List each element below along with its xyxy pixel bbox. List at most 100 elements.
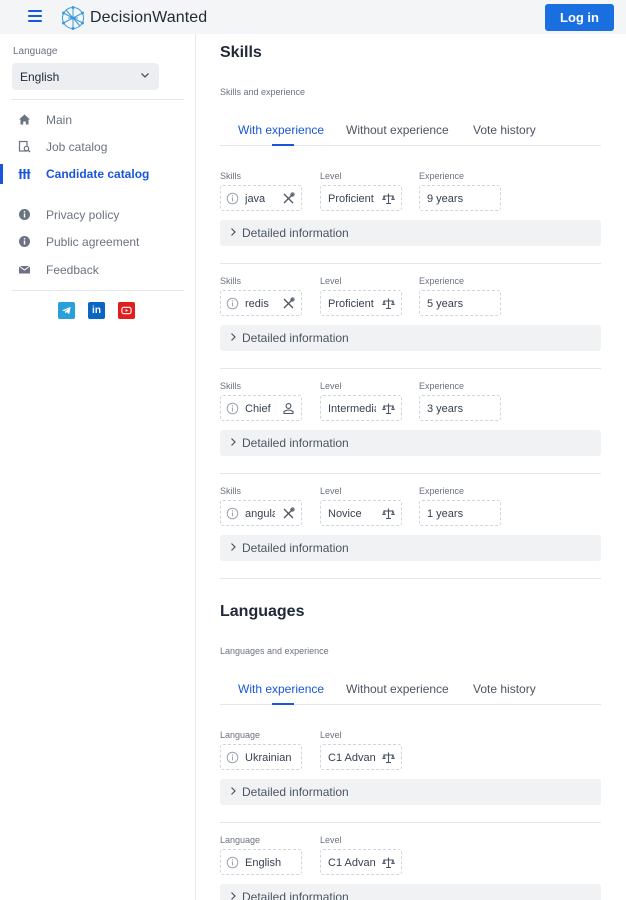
detailed-information-toggle[interactable]: Detailed information: [220, 325, 601, 351]
top-header: DecisionWanted Log in: [0, 0, 626, 34]
level-field[interactable]: Proficient: [320, 290, 402, 316]
skill-field[interactable]: Chief: [220, 395, 302, 421]
level-field[interactable]: Intermediate: [320, 395, 402, 421]
youtube-icon[interactable]: [118, 302, 135, 319]
info-circle-icon[interactable]: [226, 751, 239, 764]
sidebar-item-main[interactable]: Main: [0, 110, 195, 130]
level-value: Intermediate: [328, 403, 376, 415]
experience-value: 9 years: [427, 193, 464, 205]
level-field[interactable]: Novice: [320, 500, 402, 526]
level-field-label: Level: [320, 381, 342, 391]
telegram-icon[interactable]: [58, 302, 75, 319]
sidebar: Language English Main Job catalog Candid…: [0, 34, 196, 900]
language-label: Language: [13, 46, 58, 57]
sidebar-item-job-catalog[interactable]: Job catalog: [0, 137, 195, 157]
skill-field-label: Skills: [220, 171, 242, 181]
detailed-information-toggle[interactable]: Detailed information: [220, 779, 601, 805]
experience-value: 3 years: [427, 403, 464, 415]
sidebar-item-label: Candidate catalog: [46, 167, 150, 181]
tab-without-experience[interactable]: Without experience: [346, 123, 449, 137]
experience-field-label: Experience: [419, 381, 465, 391]
detailed-information-toggle[interactable]: Detailed information: [220, 535, 601, 561]
skill-field-label: Skills: [220, 381, 242, 391]
balance-scale-icon: [382, 403, 395, 415]
level-value: Proficient: [328, 193, 374, 205]
level-field-label: Level: [320, 835, 342, 845]
detailed-information-label: Detailed information: [242, 331, 349, 345]
experience-field[interactable]: 1 years: [419, 500, 501, 526]
card-divider: [220, 473, 601, 474]
info-icon: [19, 209, 30, 220]
skill-field-label: Skills: [220, 486, 242, 496]
detailed-information-label: Detailed information: [242, 436, 349, 450]
detailed-information-toggle[interactable]: Detailed information: [220, 884, 601, 900]
level-field-label: Level: [320, 276, 342, 286]
detailed-information-toggle[interactable]: Detailed information: [220, 430, 601, 456]
sidebar-item-privacy-policy[interactable]: Privacy policy: [0, 205, 195, 225]
skills-title: Skills: [220, 44, 262, 61]
language-select[interactable]: English: [12, 63, 159, 90]
info-circle-icon[interactable]: [226, 402, 239, 415]
sidebar-divider: [12, 99, 184, 100]
tab-without-experience[interactable]: Without experience: [346, 682, 449, 696]
detailed-information-label: Detailed information: [242, 890, 349, 900]
sidebar-item-label: Privacy policy: [46, 208, 120, 222]
experience-field[interactable]: 3 years: [419, 395, 501, 421]
info-circle-icon[interactable]: [226, 192, 239, 205]
chevron-right-icon: [231, 787, 236, 795]
experience-field-label: Experience: [419, 171, 465, 181]
skills-subtitle: Skills and experience: [220, 87, 306, 97]
linkedin-icon[interactable]: in: [88, 302, 105, 319]
level-value: C1 Advanced: [328, 752, 376, 764]
level-field-label: Level: [320, 171, 342, 181]
card-divider: [220, 578, 601, 579]
balance-scale-icon: [382, 298, 395, 310]
languages-title: Languages: [220, 603, 305, 620]
info-circle-icon[interactable]: [226, 297, 239, 310]
chevron-down-icon: [141, 73, 149, 78]
sidebar-divider: [12, 290, 184, 291]
tools-icon: [283, 192, 295, 204]
detailed-information-toggle[interactable]: Detailed information: [220, 220, 601, 246]
skill-field[interactable]: angular: [220, 500, 302, 526]
info-circle-icon[interactable]: [226, 856, 239, 869]
hamburger-menu-icon[interactable]: [28, 10, 42, 22]
skill-field[interactable]: java: [220, 185, 302, 211]
sidebar-item-public-agreement[interactable]: Public agreement: [0, 232, 195, 252]
skill-name: angular: [245, 508, 275, 520]
job-search-icon: [18, 140, 31, 153]
sidebar-item-label: Public agreement: [46, 235, 140, 249]
sidebar-item-feedback[interactable]: Feedback: [0, 260, 195, 280]
tab-vote-history[interactable]: Vote history: [473, 123, 536, 137]
language-field-label: Language: [220, 835, 261, 845]
network-logo-icon: [62, 6, 84, 30]
level-field[interactable]: C1 Advanced: [320, 849, 402, 875]
skill-field-label: Skills: [220, 276, 242, 286]
experience-value: 1 years: [427, 508, 464, 520]
info-circle-icon[interactable]: [226, 507, 239, 520]
balance-scale-icon: [382, 508, 395, 520]
login-button[interactable]: Log in: [545, 4, 614, 31]
chevron-right-icon: [231, 438, 236, 446]
level-field-label: Level: [320, 486, 342, 496]
skill-name: redis: [245, 298, 269, 310]
experience-field-label: Experience: [419, 486, 465, 496]
sidebar-item-candidate-catalog[interactable]: Candidate catalog: [0, 164, 195, 184]
languages-subtitle: Languages and experience: [220, 646, 329, 656]
active-tab-underline: [272, 703, 294, 705]
tab-with-experience[interactable]: With experience: [238, 682, 324, 696]
language-field[interactable]: Ukrainian: [220, 744, 302, 770]
tab-vote-history[interactable]: Vote history: [473, 682, 536, 696]
level-field[interactable]: C1 Advanced: [320, 744, 402, 770]
main-content: Skills Skills and experience With experi…: [197, 34, 626, 900]
active-tab-underline: [272, 144, 294, 146]
skill-field[interactable]: redis: [220, 290, 302, 316]
level-field[interactable]: Proficient: [320, 185, 402, 211]
experience-field[interactable]: 5 years: [419, 290, 501, 316]
experience-field-label: Experience: [419, 276, 465, 286]
brand-logo[interactable]: DecisionWanted: [60, 5, 207, 31]
language-field[interactable]: English: [220, 849, 302, 875]
tab-with-experience[interactable]: With experience: [238, 123, 324, 137]
mail-icon: [18, 265, 31, 274]
experience-field[interactable]: 9 years: [419, 185, 501, 211]
